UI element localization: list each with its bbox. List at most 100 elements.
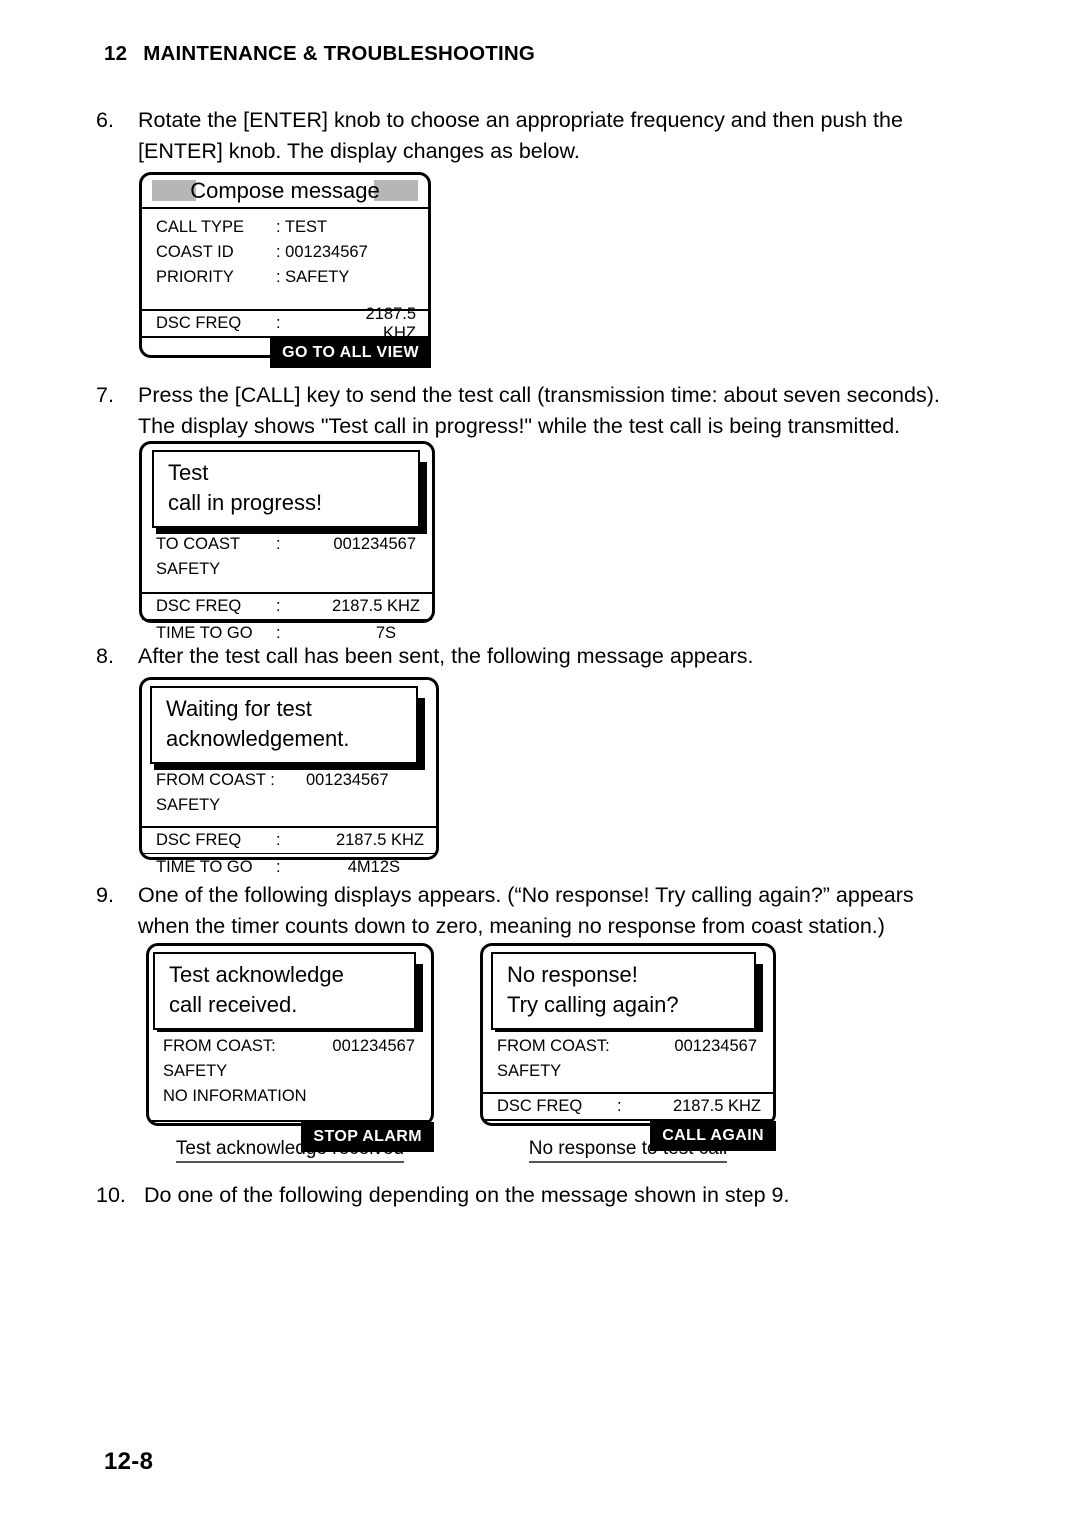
dsc-freq-colon: :	[617, 1097, 622, 1115]
step-6-text: Rotate the [ENTER] knob to choose an app…	[138, 105, 956, 167]
field-value: : TEST	[276, 218, 328, 236]
go-to-all-view-button[interactable]: GO TO ALL VIEW	[270, 338, 431, 368]
dsc-freq-bar: DSC FREQ : 2187.5 KHZ	[142, 826, 436, 853]
chapter-header: 12 MAINTENANCE & TROUBLESHOOTING	[104, 42, 535, 66]
step-9-line-1: One of the following displays appears. (…	[138, 883, 914, 907]
step-9: 9. One of the following displays appears…	[96, 880, 976, 942]
popup-line-1: Test acknowledge	[169, 962, 344, 987]
step-7: 7. Press the [CALL] key to send the test…	[96, 380, 976, 442]
dsc-freq-bar: DSC FREQ : 2187.5 KHZ	[483, 1092, 773, 1119]
step-7-line-1: Press the [CALL] key to send the test ca…	[138, 383, 940, 407]
chapter-title: MAINTENANCE & TROUBLESHOOTING	[143, 42, 536, 65]
page-number: 12-8	[104, 1448, 154, 1475]
step-8-text: After the test call has been sent, the f…	[138, 641, 956, 672]
caption-text: Test acknowledge received	[175, 1138, 405, 1163]
dsc-freq-label: DSC FREQ	[497, 1097, 583, 1115]
step-6-marker: 6.	[96, 108, 114, 132]
popup-message: No response! Try calling again?	[491, 952, 756, 1030]
lcd-field-list: CALL TYPE : TEST COAST ID : 001234567 PR…	[142, 209, 428, 309]
dsc-freq-value: 2187.5 KHZ	[331, 597, 420, 615]
field-key: FROM COAST:	[497, 1037, 610, 1055]
dsc-freq-colon: :	[276, 831, 281, 849]
dsc-freq-bar: DSC FREQ : 2187.5 KHZ	[142, 305, 428, 342]
field-row: NO INFORMATION	[149, 1084, 431, 1109]
step-10-marker: 10.	[96, 1183, 126, 1207]
field-key: FROM COAST:	[163, 1037, 276, 1055]
popup-line-2: call in progress!	[168, 490, 323, 515]
popup-line-2: call received.	[169, 992, 298, 1017]
lcd-no-response: No response! Try calling again? FROM COA…	[480, 943, 776, 1151]
dsc-freq-colon: :	[276, 597, 281, 615]
lcd-field-list: TO COAST : 001234567 SAFETY	[142, 528, 432, 592]
field-value: 001234567	[332, 1037, 415, 1055]
time-to-go-colon: :	[276, 857, 281, 876]
time-to-go-label: TIME TO GO	[156, 623, 253, 642]
lcd-field-list: FROM COAST: 001234567 SAFETY	[483, 1030, 773, 1092]
popup-message: Waiting for test acknowledgement.	[150, 686, 418, 764]
field-row: COAST ID : 001234567	[142, 240, 428, 265]
popup-line-2: acknowledgement.	[166, 726, 350, 751]
popup-line-1: Test	[168, 460, 209, 485]
step-8: 8. After the test call has been sent, th…	[96, 641, 956, 672]
time-to-go-value: 7S	[375, 623, 396, 642]
dsc-freq-label: DSC FREQ	[156, 314, 242, 332]
chapter-number: 12	[104, 42, 128, 65]
step-9-text: One of the following displays appears. (…	[138, 880, 976, 942]
field-key: CALL TYPE	[156, 218, 245, 236]
field-row: SAFETY	[142, 793, 436, 818]
field-key: SAFETY	[156, 796, 221, 814]
popup-message: Test acknowledge call received.	[153, 952, 416, 1030]
step-6-line-1: Rotate the [ENTER] knob to choose an app…	[138, 108, 903, 132]
field-key: NO INFORMATION	[163, 1087, 307, 1105]
field-row: FROM COAST: 001234567	[149, 1034, 431, 1059]
popup-line-1: Waiting for test	[166, 696, 312, 721]
field-colon: :	[276, 535, 281, 553]
dsc-freq-bar: DSC FREQ : 2187.5 KHZ	[142, 592, 432, 619]
lcd-test-acknowledge-received: Test acknowledge call received. FROM COA…	[146, 943, 434, 1152]
caption-text: No response to test call	[528, 1138, 728, 1163]
step-10-text: Do one of the following depending on the…	[144, 1180, 956, 1211]
step-6-line-2: [ENTER] knob. The display changes as bel…	[138, 139, 580, 163]
field-row: TO COAST : 001234567	[142, 532, 432, 557]
popup-wrapper: Test call in progress!	[142, 450, 432, 534]
popup-shadow-right-icon	[417, 698, 425, 770]
dsc-freq-value: 2187.5 KHZ	[335, 831, 424, 849]
time-to-go-colon: :	[276, 623, 281, 642]
field-key: SAFETY	[163, 1062, 228, 1080]
field-key: COAST ID	[156, 243, 234, 261]
time-to-go-value: 4M12S	[347, 857, 400, 876]
lcd-title-bar: Compose message	[142, 175, 428, 209]
figure-caption-left: Test acknowledge received	[146, 1138, 434, 1163]
softkey-strip: GO TO ALL VIEW	[142, 336, 431, 368]
field-row: SAFETY	[483, 1059, 773, 1084]
lcd-test-call-in-progress: Test call in progress! TO COAST : 001234…	[139, 441, 435, 642]
popup-message: Test call in progress!	[152, 450, 420, 528]
step-9-marker: 9.	[96, 883, 114, 907]
field-key: FROM COAST :	[156, 771, 275, 789]
time-to-go-bar: TIME TO GO : 4M12S	[142, 853, 436, 880]
field-row: CALL TYPE : TEST	[142, 215, 428, 240]
dsc-freq-label: DSC FREQ	[156, 831, 242, 849]
dsc-freq-colon: :	[276, 314, 281, 332]
lcd-compose-message: Compose message CALL TYPE : TEST COAST I…	[139, 172, 431, 368]
dsc-freq-label: DSC FREQ	[156, 597, 242, 615]
field-value: : SAFETY	[276, 268, 350, 286]
field-key: TO COAST	[156, 535, 241, 553]
field-row: SAFETY	[149, 1059, 431, 1084]
step-7-text: Press the [CALL] key to send the test ca…	[138, 380, 976, 442]
step-8-marker: 8.	[96, 644, 114, 668]
lcd-title-text: Compose message	[190, 178, 380, 203]
field-value: 001234567	[674, 1037, 757, 1055]
field-value: : 001234567	[276, 243, 368, 261]
field-value: 001234567	[306, 771, 389, 789]
step-8-line-1: After the test call has been sent, the f…	[138, 644, 754, 668]
field-row: FROM COAST : 001234567	[142, 768, 436, 793]
lcd-field-list: FROM COAST : 001234567 SAFETY	[142, 764, 436, 826]
popup-line-2: Try calling again?	[507, 992, 679, 1017]
step-10-line-1: Do one of the following depending on the…	[144, 1183, 790, 1207]
field-row: FROM COAST: 001234567	[483, 1034, 773, 1059]
step-7-line-2: The display shows "Test call in progress…	[138, 414, 901, 438]
figure-caption-right: No response to test call	[480, 1138, 776, 1163]
popup-wrapper: Test acknowledge call received.	[149, 952, 431, 1032]
field-value: 001234567	[333, 535, 416, 553]
